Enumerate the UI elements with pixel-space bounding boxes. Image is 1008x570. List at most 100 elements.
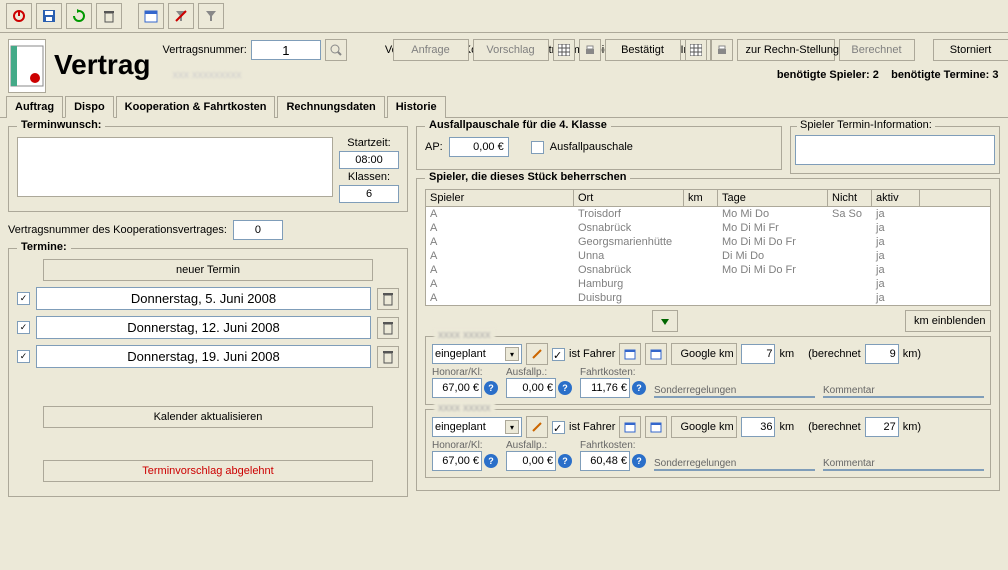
table-row[interactable]: A Troisdorf Mo Mi Do Sa So ja xyxy=(426,207,990,221)
filter-icon[interactable] xyxy=(198,3,224,29)
date-field[interactable]: Donnerstag, 5. Juni 2008 xyxy=(36,287,371,310)
blurred-text: xxx xxxxxxxxx xyxy=(173,69,242,81)
refresh-icon[interactable] xyxy=(66,3,92,29)
spieler-termin-info-text[interactable] xyxy=(795,135,995,165)
calendar-small-icon[interactable] xyxy=(619,416,641,438)
trash-icon[interactable] xyxy=(96,3,122,29)
ist-fahrer-checkbox[interactable]: ✓ xyxy=(552,348,565,361)
vorschlag-button[interactable]: Vorschlag xyxy=(473,39,549,61)
table-row[interactable]: A Georgsmarienhütte Mo Di Mi Do Fr ja xyxy=(426,235,990,249)
calendar-small-icon-2[interactable] xyxy=(645,343,667,365)
zur-rechn-stellung-button[interactable]: zur Rechn-Stellung xyxy=(737,39,835,61)
date-checkbox[interactable]: ✓ xyxy=(17,350,30,363)
table-row[interactable]: A Osnabrück Mo Di Mi Fr ja xyxy=(426,221,990,235)
print-icon-2[interactable] xyxy=(711,39,733,61)
calendar-small-icon[interactable] xyxy=(619,343,641,365)
ausfallp-value[interactable] xyxy=(506,378,556,398)
help-icon[interactable]: ? xyxy=(558,454,572,468)
fahrtkosten-value[interactable] xyxy=(580,451,630,471)
status-select[interactable]: eingeplant▾ xyxy=(432,417,522,437)
ausfallp-label: Ausfallp.: xyxy=(506,367,572,378)
table-row[interactable]: A Duisburg ja xyxy=(426,291,990,305)
kommentar-input[interactable] xyxy=(823,469,984,471)
edit-icon[interactable] xyxy=(526,416,548,438)
status-select[interactable]: eingeplant▾ xyxy=(432,344,522,364)
th-tage[interactable]: Tage xyxy=(718,190,828,206)
startzeit-label: Startzeit: xyxy=(339,137,399,149)
date-field[interactable]: Donnerstag, 12. Juni 2008 xyxy=(36,316,371,339)
help-icon[interactable]: ? xyxy=(632,381,646,395)
sonderregelungen-input[interactable] xyxy=(654,469,815,471)
edit-icon[interactable] xyxy=(526,343,548,365)
date-checkbox[interactable]: ✓ xyxy=(17,292,30,305)
kalender-aktualisieren-button[interactable]: Kalender aktualisieren xyxy=(43,406,373,428)
terminwunsch-text[interactable] xyxy=(17,137,333,197)
tab-auftrag[interactable]: Auftrag xyxy=(6,96,63,118)
delete-date-icon[interactable] xyxy=(377,317,399,339)
terminvorschlag-abgelehnt-button[interactable]: Terminvorschlag abgelehnt xyxy=(43,460,373,482)
date-checkbox[interactable]: ✓ xyxy=(17,321,30,334)
berechnet-value[interactable] xyxy=(865,344,899,364)
delete-date-icon[interactable] xyxy=(377,346,399,368)
honorar-value[interactable] xyxy=(432,378,482,398)
benoetigte-termine: benötigte Termine: 3 xyxy=(891,69,998,81)
google-km-button[interactable]: Google km xyxy=(671,416,737,438)
tab-rechnungsdaten[interactable]: Rechnungsdaten xyxy=(277,96,384,118)
table-row[interactable]: A Unna Di Mi Do ja xyxy=(426,249,990,263)
help-icon[interactable]: ? xyxy=(632,454,646,468)
th-aktiv[interactable]: aktiv xyxy=(872,190,920,206)
google-km-value[interactable] xyxy=(741,344,775,364)
ap-checkbox[interactable] xyxy=(531,141,544,154)
bestaetigt-button[interactable]: Bestätigt xyxy=(605,39,681,61)
delete-date-icon[interactable] xyxy=(377,288,399,310)
ausfallp-label: Ausfallp.: xyxy=(506,440,572,451)
honorar-value[interactable] xyxy=(432,451,482,471)
anfrage-button[interactable]: Anfrage xyxy=(393,39,469,61)
page-title: Vertrag xyxy=(54,49,151,81)
date-field[interactable]: Donnerstag, 19. Juni 2008 xyxy=(36,345,371,368)
search-icon[interactable] xyxy=(325,39,347,61)
kommentar-input[interactable] xyxy=(823,396,984,398)
koop-value[interactable] xyxy=(233,220,283,240)
berechnet-value[interactable] xyxy=(865,417,899,437)
grid-icon[interactable] xyxy=(553,39,575,61)
calendar-icon[interactable] xyxy=(138,3,164,29)
tab-kooperation[interactable]: Kooperation & Fahrtkosten xyxy=(116,96,276,118)
th-nicht[interactable]: Nicht xyxy=(828,190,872,206)
vertragsnummer-label: Vertragsnummer: xyxy=(163,44,247,56)
storniert-button[interactable]: Storniert xyxy=(933,39,1008,61)
arrow-down-button[interactable] xyxy=(652,310,678,332)
google-km-value[interactable] xyxy=(741,417,775,437)
ausfallp-value[interactable] xyxy=(506,451,556,471)
th-ort[interactable]: Ort xyxy=(574,190,684,206)
th-km[interactable]: km xyxy=(684,190,718,206)
filter-off-icon[interactable] xyxy=(168,3,194,29)
power-icon[interactable] xyxy=(6,3,32,29)
help-icon[interactable]: ? xyxy=(484,454,498,468)
tab-historie[interactable]: Historie xyxy=(387,96,446,118)
google-km-button[interactable]: Google km xyxy=(671,343,737,365)
startzeit-value[interactable]: 08:00 xyxy=(339,151,399,169)
table-row[interactable]: A Osnabrück Mo Di Mi Do Fr ja xyxy=(426,263,990,277)
th-spieler[interactable]: Spieler xyxy=(426,190,574,206)
help-icon[interactable]: ? xyxy=(484,381,498,395)
neuer-termin-button[interactable]: neuer Termin xyxy=(43,259,373,281)
berechnet-button[interactable]: Berechnet xyxy=(839,39,915,61)
fahrtkosten-value[interactable] xyxy=(580,378,630,398)
termine-label: Termine: xyxy=(17,241,71,253)
save-icon[interactable] xyxy=(36,3,62,29)
sonderregelungen-input[interactable] xyxy=(654,396,815,398)
klassen-value[interactable]: 6 xyxy=(339,185,399,203)
calendar-small-icon-2[interactable] xyxy=(645,416,667,438)
ist-fahrer-checkbox[interactable]: ✓ xyxy=(552,421,565,434)
table-row[interactable]: A Hamburg ja xyxy=(426,277,990,291)
berechnet-suffix: km) xyxy=(903,348,921,360)
km-einblenden-button[interactable]: km einblenden xyxy=(905,310,991,332)
help-icon[interactable]: ? xyxy=(558,381,572,395)
vertragsnummer-input[interactable] xyxy=(251,40,321,60)
termine-group: Termine: neuer Termin ✓ Donnerstag, 5. J… xyxy=(8,248,408,497)
grid-icon-2[interactable] xyxy=(685,39,707,61)
print-icon[interactable] xyxy=(579,39,601,61)
ap-value[interactable] xyxy=(449,137,509,157)
tab-dispo[interactable]: Dispo xyxy=(65,96,114,118)
